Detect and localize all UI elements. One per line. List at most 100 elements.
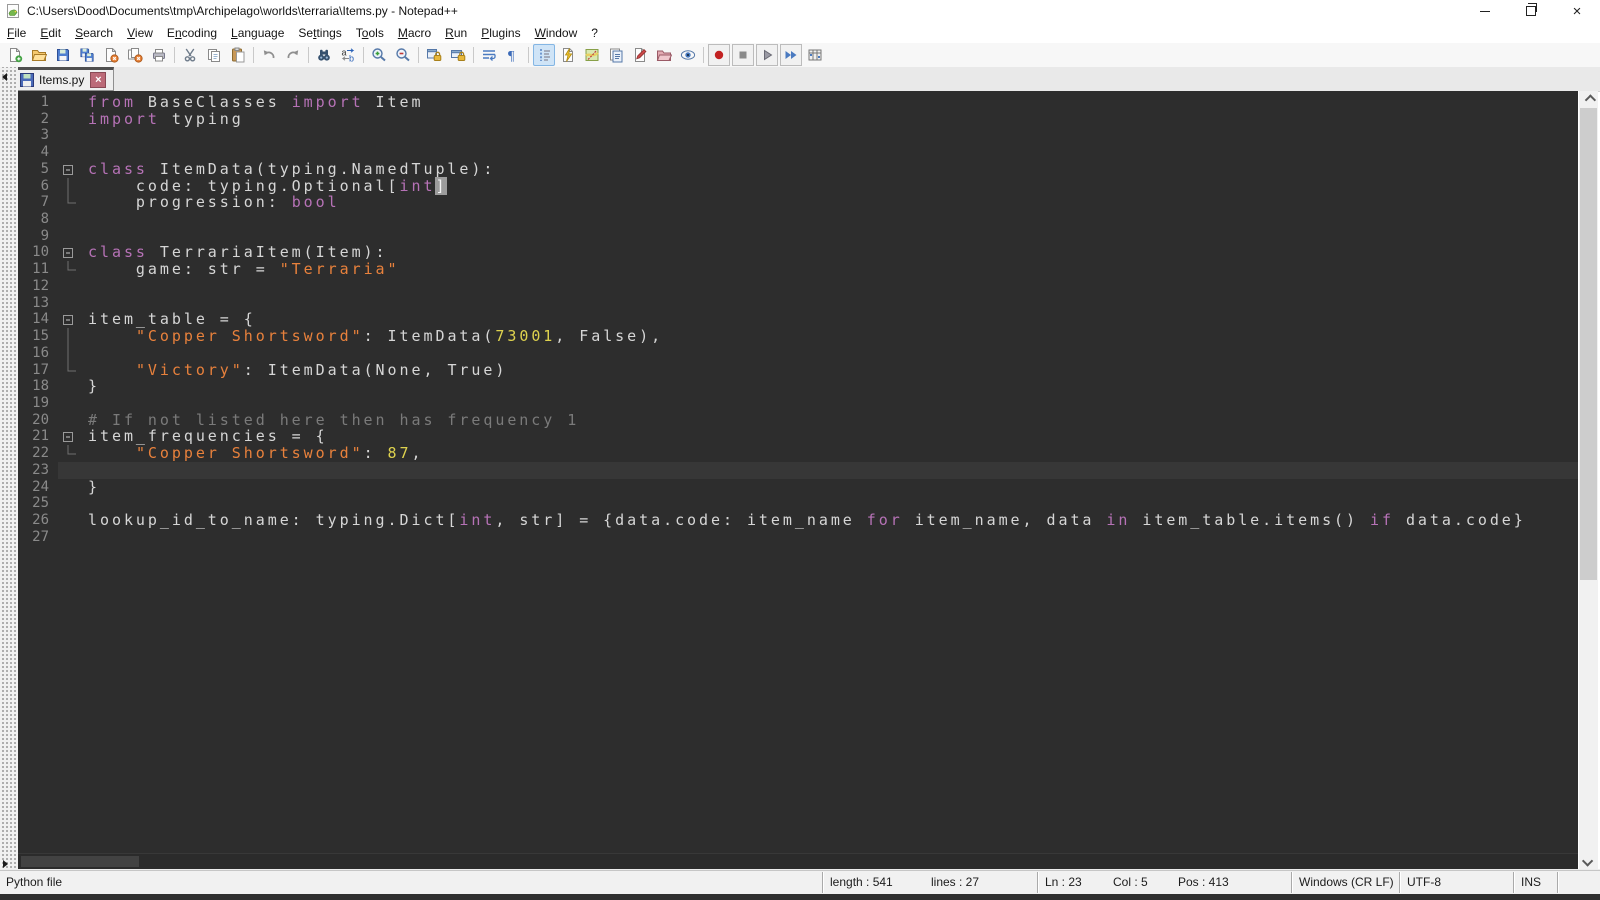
line-number[interactable]: 16: [18, 345, 58, 362]
folder-as-workspace-icon[interactable]: [653, 44, 675, 66]
sync-scroll-vertical-icon[interactable]: [423, 44, 445, 66]
save-file-icon[interactable]: [52, 44, 74, 66]
code-line: 20# If not listed here then has frequenc…: [18, 412, 1578, 429]
monitoring-icon[interactable]: [677, 44, 699, 66]
line-number[interactable]: 9: [18, 228, 58, 245]
function-list-icon[interactable]: [557, 44, 579, 66]
menu-item-settings[interactable]: Settings: [291, 23, 348, 43]
show-all-characters-icon[interactable]: ¶: [502, 44, 524, 66]
fold-toggle-icon[interactable]: [58, 428, 84, 445]
fold-toggle-icon[interactable]: [58, 244, 84, 261]
document-map-icon[interactable]: [581, 44, 603, 66]
cut-icon[interactable]: [179, 44, 201, 66]
menu-item-plugins[interactable]: Plugins: [474, 23, 527, 43]
toolbar-separator: [703, 47, 704, 63]
menu-item-encoding[interactable]: Encoding: [160, 23, 224, 43]
macro-play-icon[interactable]: [756, 44, 778, 66]
line-number[interactable]: 20: [18, 412, 58, 429]
show-indent-guide-icon[interactable]: [533, 44, 555, 66]
line-number[interactable]: 17: [18, 362, 58, 379]
menu-item-[interactable]: ?: [584, 23, 605, 43]
line-number[interactable]: 6: [18, 178, 58, 195]
macro-stop-icon[interactable]: [732, 44, 754, 66]
line-number[interactable]: 11: [18, 261, 58, 278]
toolbar-separator: [363, 47, 364, 63]
close-file-icon[interactable]: [100, 44, 122, 66]
macro-grid-icon[interactable]: [804, 44, 826, 66]
fold-toggle-icon[interactable]: [58, 311, 84, 328]
vertical-scrollbar[interactable]: [1578, 91, 1598, 869]
sync-scroll-horizontal-icon[interactable]: [447, 44, 469, 66]
fold-guide: [58, 362, 84, 379]
undo-icon[interactable]: [258, 44, 280, 66]
zoom-in-icon[interactable]: [368, 44, 390, 66]
fold-toggle-icon[interactable]: [58, 161, 84, 178]
menu-item-macro[interactable]: Macro: [391, 23, 438, 43]
tab-close-icon[interactable]: ×: [90, 72, 106, 88]
menu-item-search[interactable]: Search: [68, 23, 120, 43]
new-file-icon[interactable]: [4, 44, 26, 66]
line-number[interactable]: 26: [18, 512, 58, 529]
horizontal-scrollbar-thumb[interactable]: [21, 856, 139, 867]
minimize-button[interactable]: [1462, 0, 1508, 22]
scroll-up-arrow[interactable]: [1579, 91, 1598, 108]
menu-item-run[interactable]: Run: [438, 23, 474, 43]
line-number[interactable]: 25: [18, 495, 58, 512]
scroll-down-arrow[interactable]: [1579, 852, 1598, 869]
line-number[interactable]: 12: [18, 278, 58, 295]
replace-icon[interactable]: ab: [337, 44, 359, 66]
menu-item-tools[interactable]: Tools: [349, 23, 391, 43]
line-number[interactable]: 24: [18, 479, 58, 496]
line-number[interactable]: 14: [18, 311, 58, 328]
macro-run-multiple-icon[interactable]: [780, 44, 802, 66]
word-wrap-icon[interactable]: [478, 44, 500, 66]
vertical-scrollbar-thumb[interactable]: [1580, 108, 1597, 580]
dock-collapse-arrow-top[interactable]: [2, 73, 7, 81]
redo-icon[interactable]: [282, 44, 304, 66]
code-text: [84, 395, 1578, 412]
find-icon[interactable]: [313, 44, 335, 66]
paste-icon[interactable]: [227, 44, 249, 66]
line-number[interactable]: 18: [18, 378, 58, 395]
line-number[interactable]: 27: [18, 529, 58, 546]
code-line: 1from BaseClasses import Item: [18, 94, 1578, 111]
line-number[interactable]: 4: [18, 144, 58, 161]
save-all-icon[interactable]: [76, 44, 98, 66]
line-number[interactable]: 1: [18, 94, 58, 111]
code-line: 10class TerrariaItem(Item):: [18, 244, 1578, 261]
line-number[interactable]: 3: [18, 127, 58, 144]
close-button[interactable]: ×: [1554, 0, 1600, 22]
dock-collapse-arrow-bottom[interactable]: [3, 860, 8, 868]
menu-item-language[interactable]: Language: [224, 23, 291, 43]
line-number[interactable]: 8: [18, 211, 58, 228]
code-line: 26lookup_id_to_name: typing.Dict[int, st…: [18, 512, 1578, 529]
line-number[interactable]: 21: [18, 428, 58, 445]
line-number[interactable]: 5: [18, 161, 58, 178]
menu-item-file[interactable]: File: [0, 23, 33, 43]
line-number[interactable]: 2: [18, 111, 58, 128]
horizontal-scrollbar[interactable]: [18, 853, 1578, 869]
line-number[interactable]: 23: [18, 462, 58, 479]
code-text: [84, 462, 1578, 479]
tab-items-py[interactable]: Items.py ×: [14, 67, 114, 91]
print-icon[interactable]: [148, 44, 170, 66]
restore-button[interactable]: [1508, 0, 1554, 22]
edit-page-icon[interactable]: [629, 44, 651, 66]
menu-item-window[interactable]: Window: [528, 23, 585, 43]
menu-item-view[interactable]: View: [120, 23, 160, 43]
line-number[interactable]: 19: [18, 395, 58, 412]
macro-record-icon[interactable]: [708, 44, 730, 66]
code-editor[interactable]: 1from BaseClasses import Item2import typ…: [18, 91, 1578, 853]
zoom-out-icon[interactable]: [392, 44, 414, 66]
close-all-icon[interactable]: [124, 44, 146, 66]
document-list-icon[interactable]: [605, 44, 627, 66]
menu-item-edit[interactable]: Edit: [33, 23, 68, 43]
line-number[interactable]: 22: [18, 445, 58, 462]
line-number[interactable]: 7: [18, 194, 58, 211]
open-file-icon[interactable]: [28, 44, 50, 66]
line-number[interactable]: 10: [18, 244, 58, 261]
line-number[interactable]: 13: [18, 295, 58, 312]
line-number[interactable]: 15: [18, 328, 58, 345]
copy-icon[interactable]: [203, 44, 225, 66]
fold-margin: [58, 111, 84, 128]
